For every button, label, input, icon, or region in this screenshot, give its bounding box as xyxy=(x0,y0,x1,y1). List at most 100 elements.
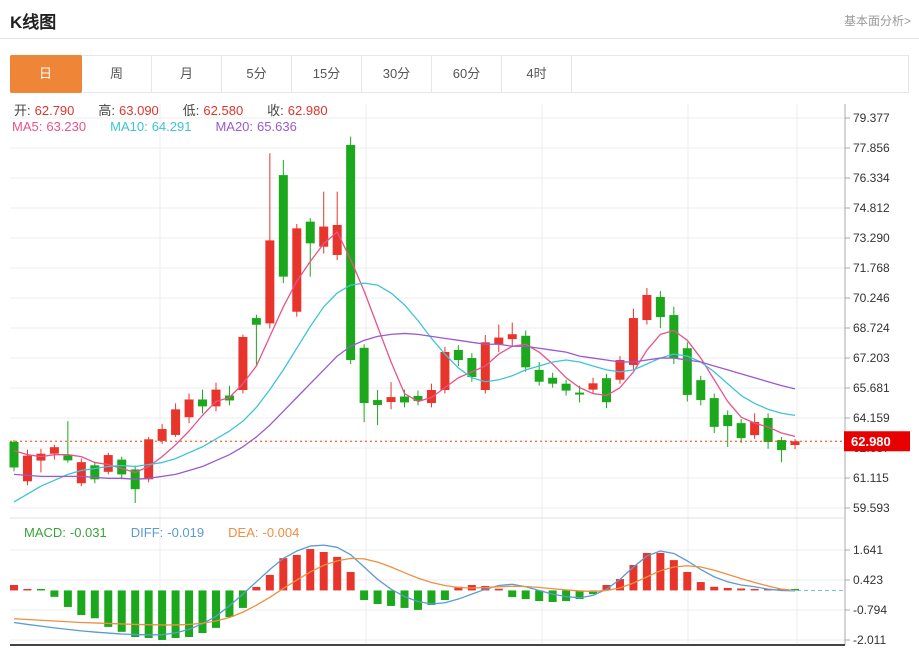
candle xyxy=(548,378,557,384)
macd-bar xyxy=(535,590,543,601)
candle xyxy=(198,399,207,406)
macd-bar xyxy=(522,590,530,599)
candle xyxy=(602,378,611,402)
svg-text:79.377: 79.377 xyxy=(853,111,890,125)
macd-bar xyxy=(441,590,449,600)
macd-bar xyxy=(670,560,678,590)
main-axis-labels: 79.37777.85676.33474.81273.29071.76870.2… xyxy=(845,111,890,515)
macd-bar xyxy=(172,590,180,638)
candle xyxy=(710,398,719,427)
svg-text:62.980: 62.980 xyxy=(851,434,891,449)
macd-legend-item-0: MACD:-0.031 xyxy=(24,525,111,540)
macd-bar xyxy=(306,549,314,590)
macd-bar xyxy=(387,590,395,606)
macd-bar xyxy=(118,590,126,631)
macd-bar xyxy=(737,588,745,590)
macd-bar xyxy=(37,589,45,591)
candle xyxy=(387,397,396,402)
macd-bar xyxy=(401,590,409,607)
candle xyxy=(696,380,705,400)
candle xyxy=(63,455,72,460)
macd-bar xyxy=(252,587,260,590)
candle xyxy=(400,397,409,403)
macd-bar xyxy=(751,589,759,591)
macd-bar xyxy=(293,555,301,590)
macd-axis-labels: 1.641 0.423 -0.794 -2.011 xyxy=(845,543,887,647)
macd-bar xyxy=(64,590,72,607)
macd-bar xyxy=(50,590,58,596)
gridlines-vertical xyxy=(160,104,797,645)
candle xyxy=(589,383,598,389)
macd-bar xyxy=(131,590,139,637)
candle xyxy=(360,348,369,403)
candle xyxy=(737,423,746,438)
candle xyxy=(454,350,463,360)
candle xyxy=(158,429,167,441)
candle xyxy=(562,384,571,391)
candle xyxy=(279,175,288,277)
ma-legend: MA5:63.230MA10:64.291MA20:65.636 xyxy=(12,119,321,134)
ohlc-legend-item-2: 低:62.580 xyxy=(183,103,247,118)
macd-bar xyxy=(212,590,220,627)
candle xyxy=(656,297,665,317)
ohlc-legend-item-1: 高:63.090 xyxy=(98,103,162,118)
macd-bar xyxy=(427,590,435,605)
macd-bar xyxy=(347,572,355,590)
candle xyxy=(467,358,476,377)
candle xyxy=(77,462,86,483)
macd-bar xyxy=(199,590,207,633)
ma-legend-item-2: MA20:65.636 xyxy=(215,119,300,134)
macd-bar xyxy=(104,590,112,626)
macd-bar xyxy=(360,590,368,600)
candle xyxy=(23,456,32,482)
candle xyxy=(642,295,651,320)
candle xyxy=(50,447,59,454)
candle xyxy=(629,318,638,365)
macd-bar xyxy=(710,587,718,591)
candle xyxy=(144,439,153,479)
macd-bar xyxy=(77,590,85,615)
macd-bar xyxy=(23,589,31,591)
macd-bar xyxy=(266,575,274,591)
svg-text:64.159: 64.159 xyxy=(853,411,890,425)
svg-text:74.812: 74.812 xyxy=(853,201,890,215)
macd-bar xyxy=(724,588,732,590)
macd-bar xyxy=(683,572,691,590)
ohlc-legend-item-3: 收:62.980 xyxy=(267,103,331,118)
macd-bar xyxy=(158,590,166,640)
svg-text:77.856: 77.856 xyxy=(853,141,890,155)
macd-bar xyxy=(508,590,516,597)
svg-text:68.724: 68.724 xyxy=(853,321,890,335)
macd-legend: MACD:-0.031DIFF:-0.019DEA:-0.004 xyxy=(24,525,323,540)
macd-bar xyxy=(495,589,503,591)
ma-legend-item-1: MA10:64.291 xyxy=(110,119,195,134)
candle xyxy=(185,399,194,417)
macd-bar xyxy=(239,590,247,607)
svg-text:73.290: 73.290 xyxy=(853,231,890,245)
svg-text:-0.794: -0.794 xyxy=(853,603,887,617)
ohlc-legend-item-0: 开:62.790 xyxy=(14,103,78,118)
macd-bar xyxy=(145,590,153,638)
diff-line xyxy=(14,545,795,635)
candle xyxy=(764,418,773,442)
candle xyxy=(265,240,274,323)
candle xyxy=(238,337,247,390)
candle xyxy=(333,225,342,255)
svg-text:67.203: 67.203 xyxy=(853,351,890,365)
candle xyxy=(494,338,503,345)
macd-legend-item-1: DIFF:-0.019 xyxy=(131,525,208,540)
svg-text:1.641: 1.641 xyxy=(853,543,883,557)
candle xyxy=(252,318,261,325)
candle xyxy=(373,400,382,405)
candle xyxy=(669,315,678,358)
candle xyxy=(292,228,301,311)
candle xyxy=(10,442,19,468)
candle xyxy=(521,336,530,368)
candlestick-chart[interactable]: 79.37777.85676.33474.81273.29071.76870.2… xyxy=(0,0,919,650)
svg-text:76.334: 76.334 xyxy=(853,171,890,185)
macd-bar xyxy=(279,558,287,590)
svg-text:0.423: 0.423 xyxy=(853,573,883,587)
macd-bar xyxy=(549,590,557,602)
candle xyxy=(306,222,315,244)
svg-text:-2.011: -2.011 xyxy=(853,633,886,647)
